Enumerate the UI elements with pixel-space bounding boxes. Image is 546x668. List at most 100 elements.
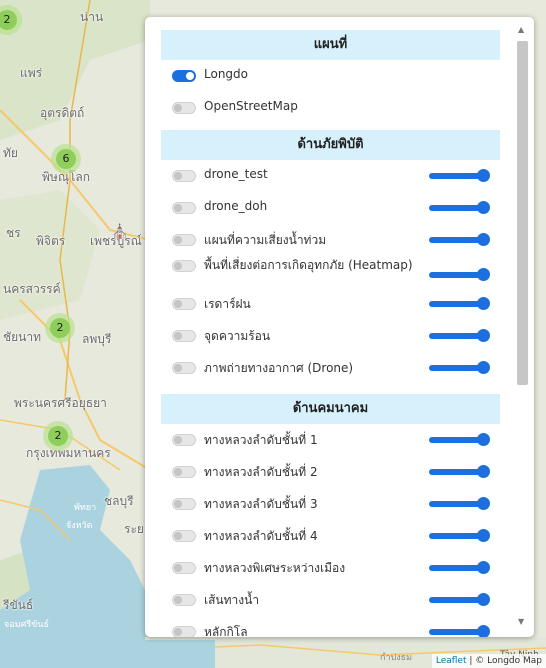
layer-toggle[interactable] bbox=[172, 594, 196, 606]
toggle-knob bbox=[174, 364, 182, 372]
marker-cluster[interactable]: 6 bbox=[51, 144, 81, 174]
slider-thumb[interactable] bbox=[477, 465, 490, 478]
layer-row[interactable]: จุดความร้อน bbox=[161, 320, 500, 352]
layer-toggle[interactable] bbox=[172, 260, 196, 272]
cluster-count: 2 bbox=[48, 426, 68, 446]
opacity-slider[interactable] bbox=[429, 361, 490, 374]
layer-label: drone_doh bbox=[204, 199, 268, 213]
opacity-slider[interactable] bbox=[429, 561, 490, 574]
layer-row[interactable]: drone_test bbox=[161, 160, 500, 192]
slider-thumb[interactable] bbox=[477, 169, 490, 182]
layer-toggle[interactable] bbox=[172, 362, 196, 374]
section-header-map: แผนที่ bbox=[161, 30, 500, 60]
section-header-transport: ด้านคมนาคม bbox=[161, 394, 500, 424]
layer-toggle[interactable] bbox=[172, 498, 196, 510]
layer-toggle[interactable] bbox=[172, 70, 196, 82]
layer-row[interactable]: ทางหลวงลำดับชั้นที่ 3 bbox=[161, 488, 500, 520]
toggle-knob bbox=[174, 468, 182, 476]
layer-row[interactable]: แผนที่ความเสี่ยงน้ำท่วม bbox=[161, 224, 500, 256]
opacity-slider[interactable] bbox=[429, 268, 490, 281]
layer-row[interactable]: ทางหลวงลำดับชั้นที่ 1 bbox=[161, 424, 500, 456]
layer-row[interactable]: ภาพถ่ายทางอากาศ (Drone) bbox=[161, 352, 500, 384]
map-label: พระนครศรีอยุธยา bbox=[14, 396, 107, 410]
marker-cluster[interactable]: 2 bbox=[45, 313, 75, 343]
toggle-knob bbox=[174, 300, 182, 308]
layer-toggle[interactable] bbox=[172, 102, 196, 114]
map-label: น่าน bbox=[80, 10, 104, 24]
map-label: นครสวรรค์ bbox=[3, 282, 61, 296]
toggle-knob bbox=[174, 436, 182, 444]
slider-thumb[interactable] bbox=[477, 268, 490, 281]
opacity-slider[interactable] bbox=[429, 465, 490, 478]
layer-toggle[interactable] bbox=[172, 202, 196, 214]
opacity-slider[interactable] bbox=[429, 433, 490, 446]
attribution-separator: | © bbox=[466, 656, 488, 666]
toggle-knob bbox=[174, 204, 182, 212]
slider-thumb[interactable] bbox=[477, 593, 490, 606]
opacity-slider[interactable] bbox=[429, 233, 490, 246]
slider-thumb[interactable] bbox=[477, 561, 490, 574]
map-label: แพร่ bbox=[20, 66, 43, 80]
slider-thumb[interactable] bbox=[477, 329, 490, 342]
layer-toggle[interactable] bbox=[172, 298, 196, 310]
map-attribution: Leaflet | © Longdo Map bbox=[431, 654, 546, 668]
layer-row[interactable]: ทางหลวงลำดับชั้นที่ 2 bbox=[161, 456, 500, 488]
layer-row[interactable]: Longdo bbox=[161, 60, 500, 92]
scroll-down-icon[interactable]: ▼ bbox=[518, 617, 524, 626]
opacity-slider[interactable] bbox=[429, 497, 490, 510]
map-label: พิจิตร bbox=[36, 234, 66, 248]
slider-thumb[interactable] bbox=[477, 297, 490, 310]
layer-toggle[interactable] bbox=[172, 562, 196, 574]
slider-thumb[interactable] bbox=[477, 625, 490, 637]
slider-thumb[interactable] bbox=[477, 497, 490, 510]
slider-thumb[interactable] bbox=[477, 529, 490, 542]
slider-thumb[interactable] bbox=[477, 233, 490, 246]
layer-row[interactable]: หลักกิโล bbox=[161, 616, 500, 637]
layer-toggle[interactable] bbox=[172, 466, 196, 478]
opacity-slider[interactable] bbox=[429, 529, 490, 542]
panel-scrollbar[interactable]: ▲ ▼ bbox=[515, 23, 529, 631]
layer-list: แผนที่ Longdo OpenStreetMap ด้านภัยพิบัต… bbox=[161, 30, 500, 637]
map-label: อุตรดิตถ์ bbox=[40, 106, 85, 120]
layer-toggle[interactable] bbox=[172, 330, 196, 342]
layer-row[interactable]: ทางหลวงพิเศษระหว่างเมือง bbox=[161, 552, 500, 584]
scroll-up-icon[interactable]: ▲ bbox=[518, 25, 524, 34]
layer-row[interactable]: พื้นที่เสี่ยงต่อการเกิดอุทกภัย (Heatmap) bbox=[161, 256, 500, 292]
layer-row[interactable]: ทางหลวงลำดับชั้นที่ 4 bbox=[161, 520, 500, 552]
map-label: รีขันธ์ bbox=[3, 598, 34, 612]
layer-toggle[interactable] bbox=[172, 626, 196, 637]
leaflet-link[interactable]: Leaflet bbox=[436, 656, 467, 666]
layer-row[interactable]: เรดาร์ฝน bbox=[161, 292, 500, 320]
opacity-slider[interactable] bbox=[429, 625, 490, 637]
opacity-slider[interactable] bbox=[429, 201, 490, 214]
layer-row[interactable]: OpenStreetMap bbox=[161, 92, 500, 124]
layer-label: ภาพถ่ายทางอากาศ (Drone) bbox=[204, 361, 354, 375]
opacity-slider[interactable] bbox=[429, 169, 490, 182]
layer-row[interactable]: drone_doh bbox=[161, 192, 500, 224]
toggle-knob bbox=[174, 236, 182, 244]
layer-toggle[interactable] bbox=[172, 234, 196, 246]
layer-label: จุดความร้อน bbox=[204, 329, 271, 343]
cluster-count: 2 bbox=[0, 10, 17, 30]
layer-toggle[interactable] bbox=[172, 170, 196, 182]
layer-row[interactable]: เส้นทางน้ำ bbox=[161, 584, 500, 616]
scrollbar-thumb[interactable] bbox=[517, 41, 528, 385]
layer-toggle[interactable] bbox=[172, 434, 196, 446]
layer-label: drone_test bbox=[204, 167, 268, 181]
marker-cluster[interactable]: 2 bbox=[43, 421, 73, 451]
toggle-knob bbox=[174, 332, 182, 340]
longdo-credit: Longdo Map bbox=[487, 656, 542, 666]
layer-toggle[interactable] bbox=[172, 530, 196, 542]
opacity-slider[interactable] bbox=[429, 297, 490, 310]
toggle-knob bbox=[174, 628, 182, 636]
opacity-slider[interactable] bbox=[429, 329, 490, 342]
slider-thumb[interactable] bbox=[477, 201, 490, 214]
map-label: พัทยา bbox=[74, 503, 97, 513]
toggle-knob bbox=[174, 596, 182, 604]
slider-thumb[interactable] bbox=[477, 433, 490, 446]
layer-panel: แผนที่ Longdo OpenStreetMap ด้านภัยพิบัต… bbox=[145, 17, 534, 637]
map-label: ทัย bbox=[3, 146, 18, 160]
slider-thumb[interactable] bbox=[477, 361, 490, 374]
toggle-knob bbox=[174, 172, 182, 180]
opacity-slider[interactable] bbox=[429, 593, 490, 606]
